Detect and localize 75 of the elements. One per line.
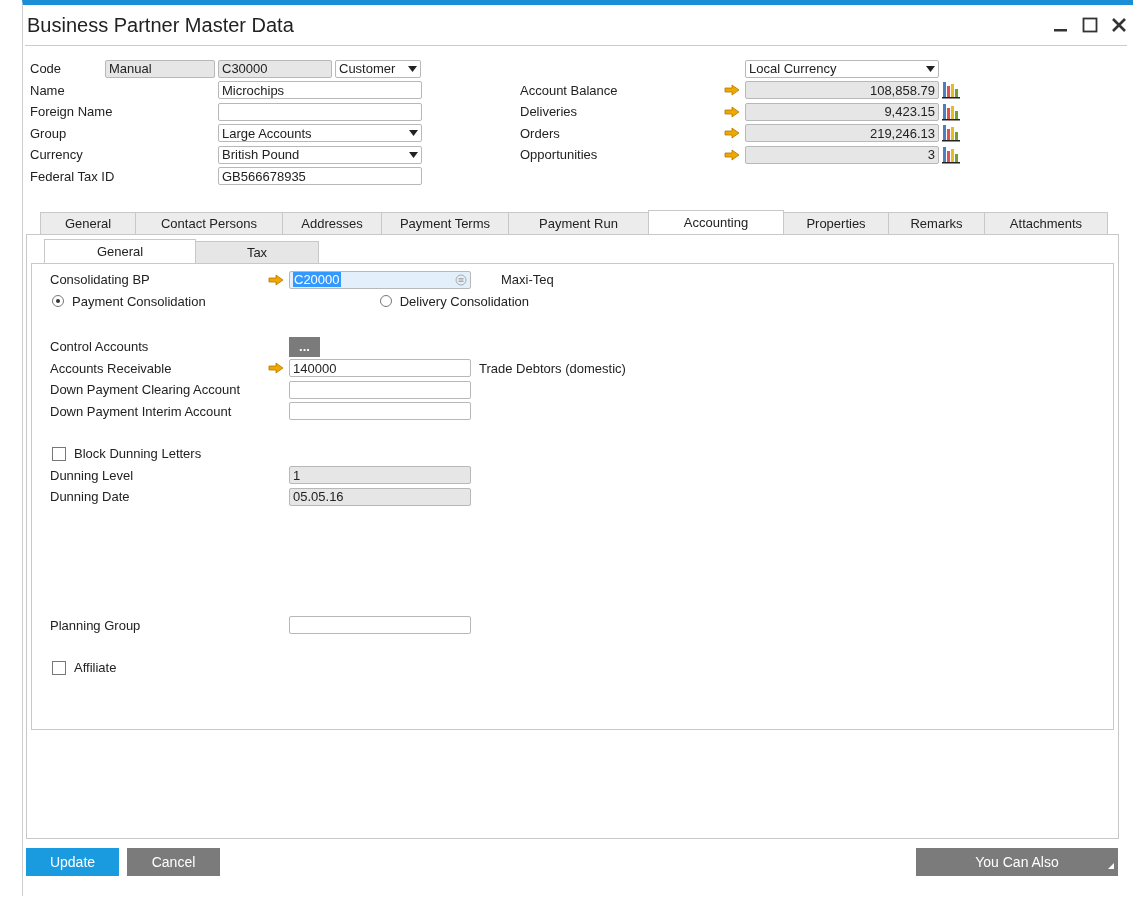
field-label: Down Payment Clearing Account — [50, 382, 242, 398]
account-name: Trade Debtors (domestic) — [479, 360, 626, 376]
dropdown-arrow-icon — [926, 65, 935, 72]
tab[interactable]: Payment Terms — [381, 212, 509, 234]
link-arrow-icon[interactable] — [724, 148, 740, 161]
field-label: Federal Tax ID — [30, 168, 116, 184]
field-label: Group — [30, 125, 68, 141]
more-button[interactable]: ... — [289, 336, 320, 357]
dropdown-arrow-icon — [409, 151, 418, 158]
field-label: Dunning Level — [50, 467, 135, 483]
dropdown-arrow-icon — [409, 130, 418, 137]
tab[interactable]: Addresses — [282, 212, 382, 234]
input-field[interactable] — [289, 616, 471, 635]
close-icon[interactable] — [1111, 17, 1127, 33]
list-icon[interactable] — [455, 273, 467, 286]
field-label: Down Payment Interim Account — [50, 403, 233, 419]
tab[interactable]: Properties — [783, 212, 889, 234]
field-label: Currency — [30, 147, 84, 163]
link-arrow-icon[interactable] — [724, 127, 740, 140]
field-label: Foreign Name — [30, 104, 114, 120]
input-field[interactable] — [289, 380, 471, 399]
bar-chart-icon[interactable] — [942, 145, 960, 164]
link-arrow-icon[interactable] — [268, 273, 284, 286]
dropdown-arrow-icon — [408, 65, 417, 72]
currency-dropdown[interactable]: Local Currency — [745, 59, 939, 78]
code-field[interactable]: C30000 — [218, 59, 332, 78]
amount-field: 9,423.15 — [745, 102, 939, 121]
field-label: Dunning Date — [50, 489, 131, 505]
input-field[interactable] — [218, 102, 422, 121]
tab[interactable]: General — [44, 239, 196, 263]
partner-name: Maxi-Teq — [501, 272, 554, 288]
type-dropdown[interactable]: Customer — [335, 59, 421, 78]
bar-chart-icon[interactable] — [942, 81, 960, 100]
input-field: 1 — [289, 466, 471, 485]
tab[interactable]: Payment Run — [508, 212, 649, 234]
radio-option[interactable]: Delivery Consolidation — [379, 293, 530, 309]
series-field[interactable]: Manual — [105, 59, 215, 78]
amount-field: 3 — [745, 145, 939, 164]
tab[interactable]: Remarks — [888, 212, 985, 234]
field-label: Deliveries — [520, 104, 579, 120]
link-arrow-icon[interactable] — [724, 105, 740, 118]
link-arrow-icon[interactable] — [268, 362, 284, 375]
input-field[interactable]: 140000 — [289, 359, 471, 378]
you-can-also-button[interactable]: You Can Also — [916, 848, 1118, 876]
tab[interactable]: Contact Persons — [135, 212, 283, 234]
corner-triangle-icon — [1108, 863, 1114, 869]
link-arrow-icon[interactable] — [724, 84, 740, 97]
field-label: Account Balance — [520, 82, 619, 98]
field-label: Orders — [520, 125, 561, 141]
field-label: Code — [30, 61, 63, 77]
input-field: 05.05.16 — [289, 487, 471, 506]
tab[interactable]: General — [40, 212, 136, 234]
checkbox-option[interactable]: Affiliate — [50, 660, 117, 676]
checkbox-option[interactable]: Block Dunning Letters — [50, 446, 202, 462]
field-label: Name — [30, 82, 66, 98]
input-field[interactable]: GB566678935 — [218, 167, 422, 186]
bar-chart-icon[interactable] — [942, 124, 960, 143]
tab[interactable]: Attachments — [984, 212, 1108, 234]
tab[interactable]: Tax — [195, 241, 319, 263]
amount-field: 108,858.79 — [745, 81, 939, 100]
dropdown-field[interactable]: British Pound — [218, 145, 422, 164]
input-field[interactable] — [289, 402, 471, 421]
radio-option[interactable]: Payment Consolidation — [52, 293, 206, 309]
dropdown-field[interactable]: Large Accounts — [218, 124, 422, 143]
amount-field: 219,246.13 — [745, 124, 939, 143]
field-label: Control Accounts — [50, 339, 150, 355]
bar-chart-icon[interactable] — [942, 102, 960, 121]
input-field[interactable]: Microchips — [218, 81, 422, 100]
field-label: Consolidating BP — [50, 272, 151, 288]
cancel-button[interactable]: Cancel — [127, 848, 220, 876]
field-label: Planning Group — [50, 617, 142, 633]
maximize-icon[interactable] — [1082, 17, 1098, 33]
field-label: Accounts Receivable — [50, 360, 173, 376]
window-title: Business Partner Master Data — [27, 13, 294, 37]
field-label: Opportunities — [520, 147, 599, 163]
